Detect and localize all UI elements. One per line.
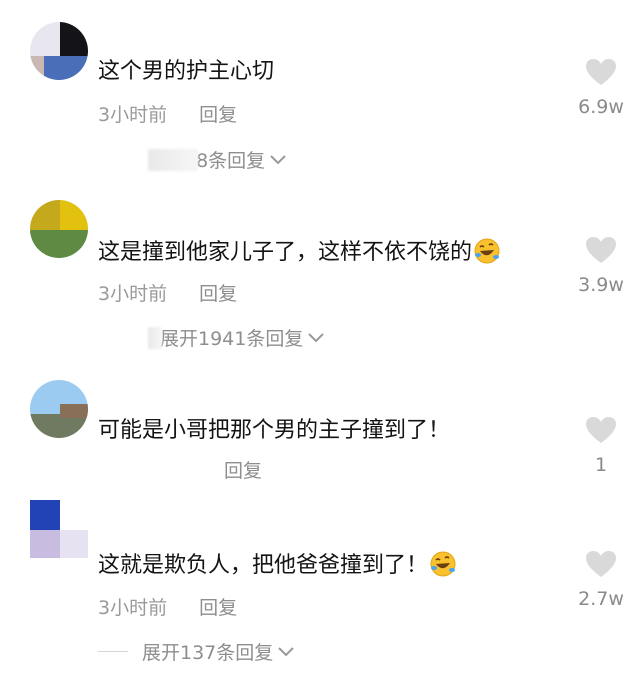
comment-text-content: 可能是小哥把那个男的主子撞到了！ xyxy=(98,418,451,443)
heart-icon[interactable] xyxy=(585,58,617,86)
rofl-emoji-icon xyxy=(474,238,500,264)
chevron-down-icon xyxy=(278,646,294,656)
reply-button[interactable]: 回复 xyxy=(199,104,237,126)
comment-meta: 3小时前 回复 xyxy=(98,279,237,306)
comment-text: 可能是小哥把那个男的主子撞到了！ xyxy=(98,417,450,445)
like-button[interactable]: 6.9w xyxy=(575,58,627,118)
expand-replies-button[interactable]: 展开1941条回复 xyxy=(148,324,325,351)
reply-button[interactable]: 回复 xyxy=(199,283,237,305)
like-count: 1 xyxy=(594,454,608,476)
chevron-down-icon xyxy=(308,332,325,342)
comment-text: 这就是欺负人，把他爸爸撞到了！ xyxy=(98,551,456,580)
comment-text: 这个男的护主心切 xyxy=(98,58,274,86)
heart-icon[interactable] xyxy=(585,236,617,264)
avatar[interactable] xyxy=(30,200,88,258)
comment-time: 3小时前 xyxy=(98,104,168,126)
comment-meta: 回复 xyxy=(98,456,262,483)
avatar[interactable] xyxy=(30,500,88,558)
blurred-overlay xyxy=(148,326,162,349)
comment-text-content: 这就是欺负人，把他爸爸撞到了！ xyxy=(98,553,429,578)
expand-replies-button[interactable]: 28条回复 xyxy=(148,146,287,173)
blurred-overlay xyxy=(148,148,198,171)
comment-text-content: 这是撞到他家儿子了，这样不依不饶的 xyxy=(98,240,473,265)
avatar[interactable] xyxy=(30,22,88,80)
avatar[interactable] xyxy=(30,380,88,438)
like-count: 6.9w xyxy=(578,96,624,118)
comment-meta: 3小时前 回复 xyxy=(98,593,237,620)
chevron-down-icon xyxy=(270,154,286,164)
divider-line xyxy=(98,651,128,652)
like-button[interactable]: 2.7w xyxy=(575,550,627,610)
like-button[interactable]: 1 xyxy=(575,416,627,476)
comment-text-content: 这个男的护主心切 xyxy=(98,59,275,84)
expand-replies-label: 展开1941条回复 xyxy=(160,328,304,350)
heart-icon[interactable] xyxy=(585,550,617,578)
expand-replies-label: 展开137条回复 xyxy=(142,642,274,664)
heart-icon[interactable] xyxy=(585,416,617,444)
comment-meta: 3小时前 回复 xyxy=(98,100,237,127)
comment-time: 3小时前 xyxy=(98,283,168,305)
reply-button[interactable]: 回复 xyxy=(224,460,262,482)
like-count: 3.9w xyxy=(578,274,624,296)
comment-time: 3小时前 xyxy=(98,597,168,619)
like-button[interactable]: 3.9w xyxy=(575,236,627,296)
rofl-emoji-icon xyxy=(430,551,456,577)
like-count: 2.7w xyxy=(578,588,624,610)
expand-replies-button[interactable]: 展开137条回复 xyxy=(98,638,295,665)
comment-text: 这是撞到他家儿子了，这样不依不饶的 xyxy=(98,238,500,267)
reply-button[interactable]: 回复 xyxy=(199,597,237,619)
